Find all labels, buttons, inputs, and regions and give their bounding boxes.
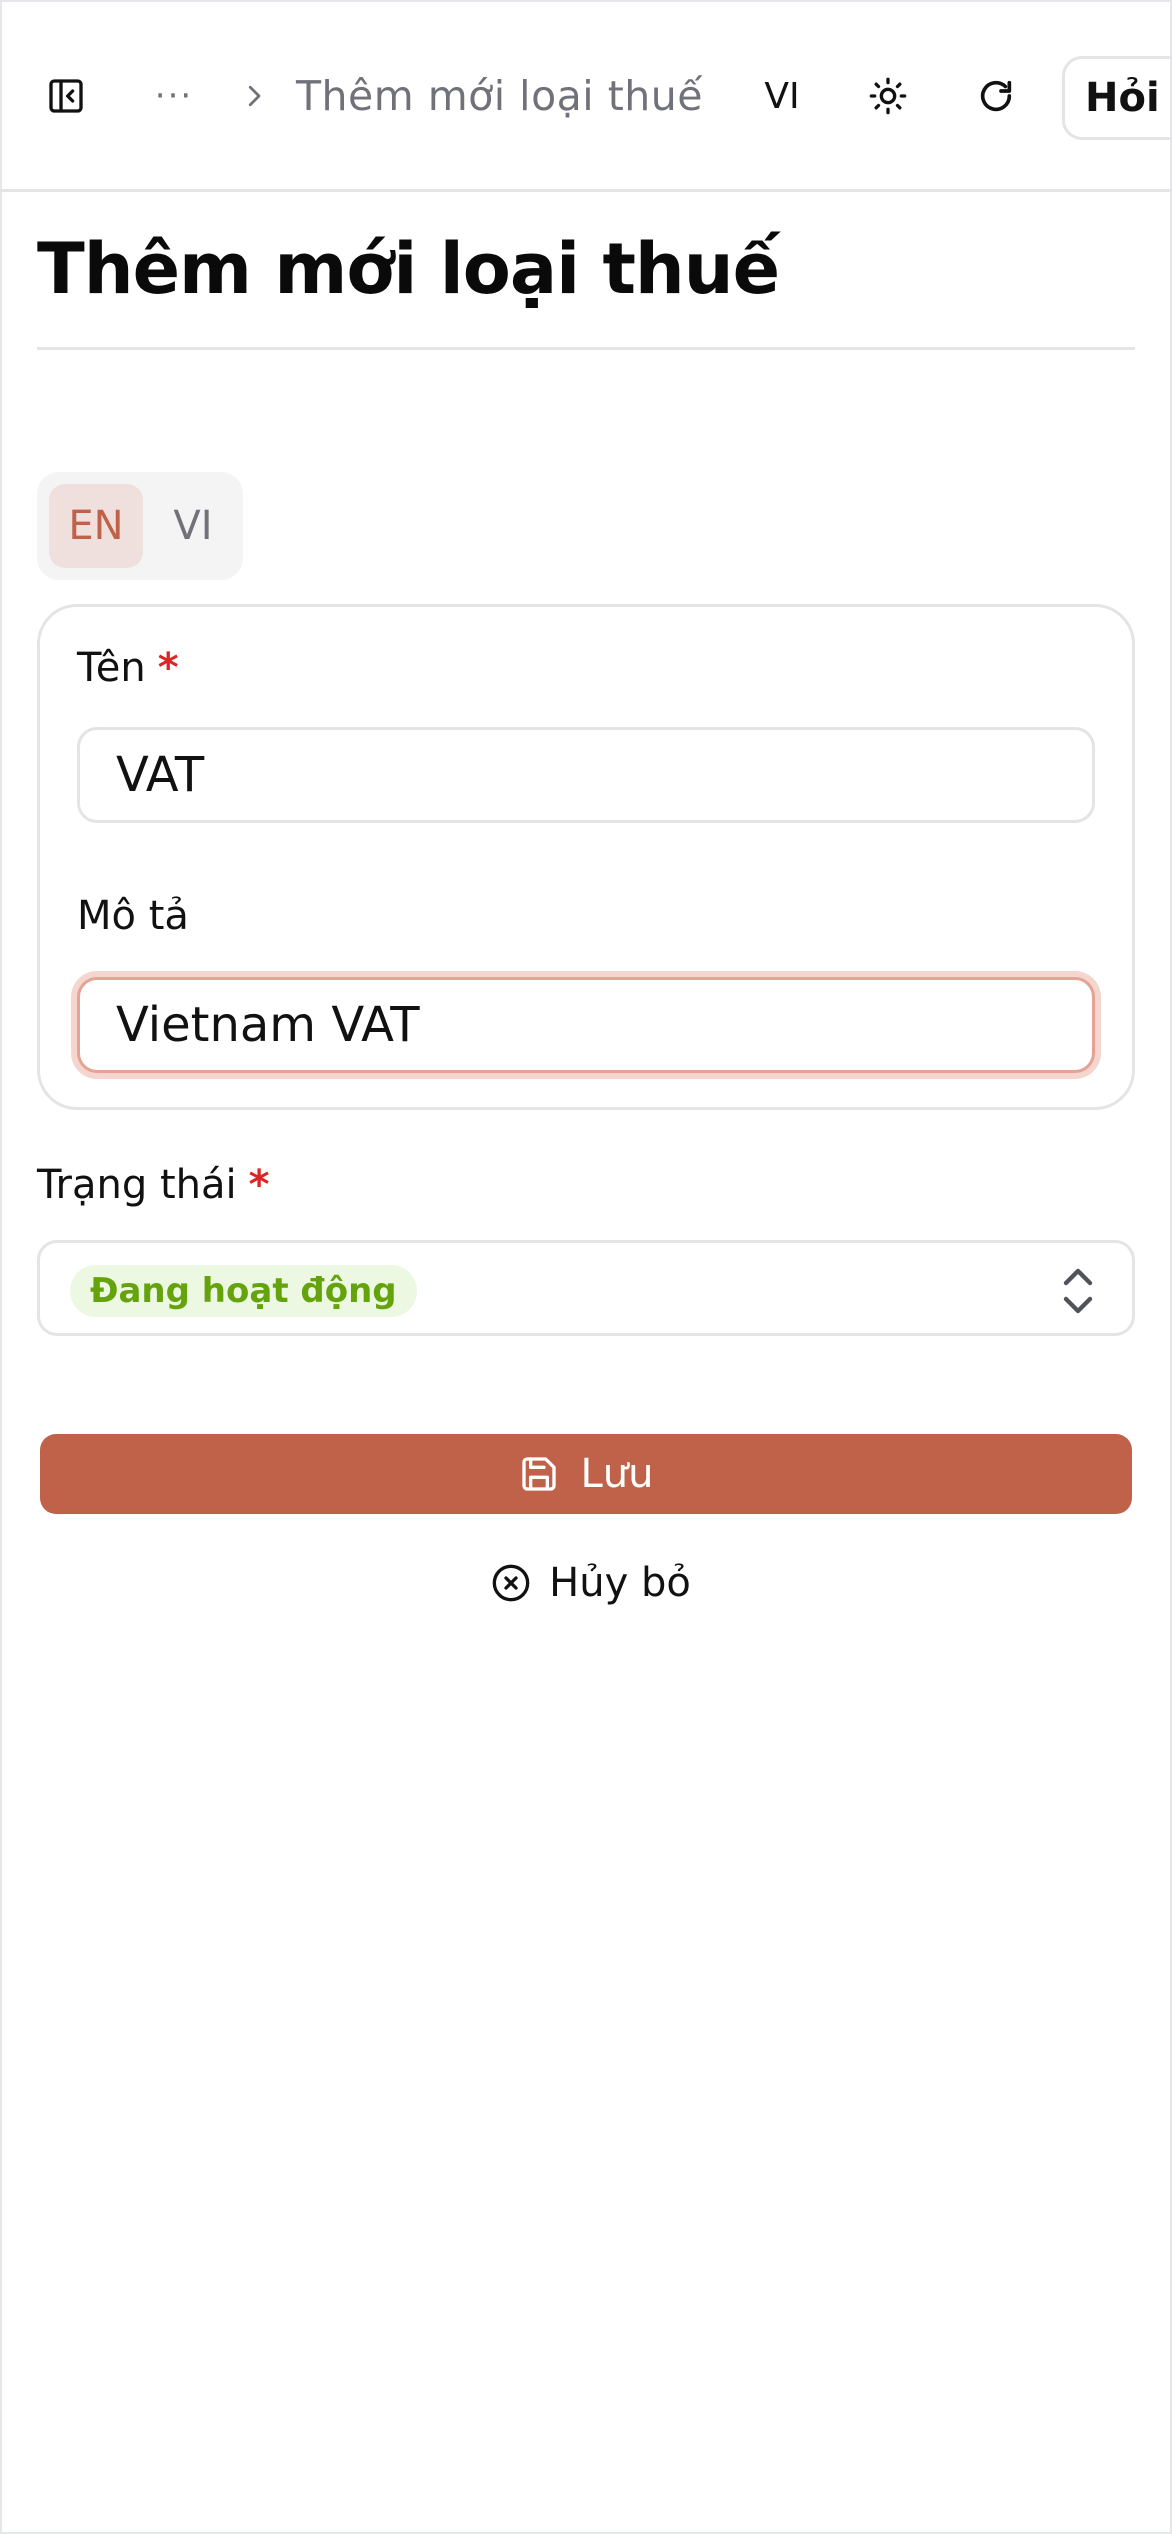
title-divider [37, 347, 1135, 350]
status-label-text: Trạng thái [37, 1162, 237, 1208]
tab-en[interactable]: EN [49, 484, 143, 568]
save-icon [521, 1457, 556, 1491]
chevron-up-down-icon [1063, 1268, 1093, 1314]
sun-icon [869, 77, 907, 115]
tab-vi[interactable]: VI [155, 484, 231, 568]
required-asterisk: * [248, 1162, 270, 1208]
required-asterisk: * [157, 645, 179, 691]
name-label-text: Tên [77, 645, 146, 691]
status-label: Trạng thái * [37, 1162, 270, 1208]
cancel-button-label: Hủy bỏ [549, 1560, 691, 1606]
cancel-button[interactable]: Hủy bỏ [486, 1546, 696, 1620]
theme-toggle-button[interactable] [856, 64, 920, 128]
content-language-tabs: EN VI [37, 472, 243, 580]
status-select[interactable]: Đang hoạt động [37, 1240, 1135, 1336]
breadcrumb-ellipsis-button[interactable]: ··· [142, 64, 206, 128]
save-button-label: Lưu [580, 1451, 654, 1497]
ellipsis-icon: ··· [154, 76, 194, 116]
description-label-text: Mô tả [77, 893, 189, 939]
chevron-right-icon [248, 85, 261, 107]
sidebar-collapse-icon [49, 79, 83, 113]
refresh-icon [980, 80, 1012, 112]
refresh-button[interactable] [964, 64, 1028, 128]
language-switcher[interactable]: VI [752, 64, 812, 128]
description-field[interactable]: Vietnam VAT [77, 977, 1095, 1073]
sidebar-toggle-button[interactable] [34, 64, 98, 128]
status-badge: Đang hoạt động [70, 1265, 417, 1317]
description-field-value: Vietnam VAT [116, 997, 420, 1053]
page-title: Thêm mới loại thuế [37, 228, 780, 310]
name-field[interactable]: VAT [77, 727, 1095, 823]
breadcrumb-current: Thêm mới loại thuế [296, 72, 703, 120]
name-field-value: VAT [116, 747, 205, 803]
translatable-fields-card: Tên * VAT Mô tả Vietnam VAT [37, 604, 1135, 1110]
top-bar: ··· Thêm mới loại thuế VI Hỏi AI [0, 0, 1172, 192]
ask-ai-button[interactable]: Hỏi AI [1062, 56, 1172, 140]
close-circle-icon [492, 1564, 530, 1602]
breadcrumb-separator [222, 64, 286, 128]
save-button[interactable]: Lưu [40, 1434, 1132, 1514]
name-label: Tên * [77, 645, 179, 691]
description-label: Mô tả [77, 893, 189, 939]
